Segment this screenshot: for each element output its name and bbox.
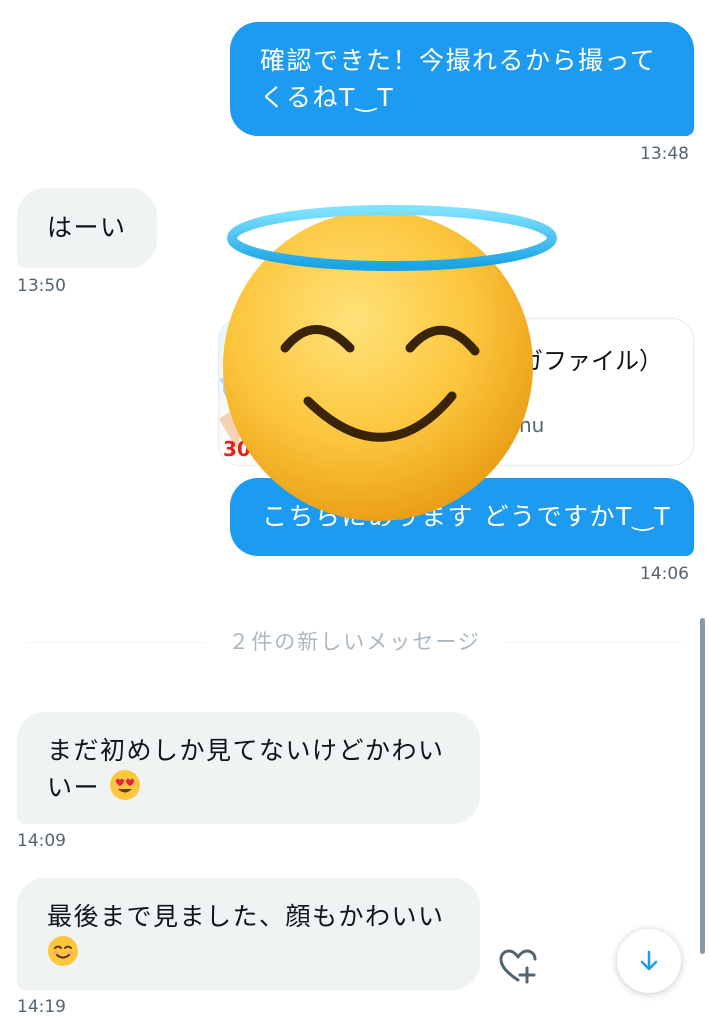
message-timestamp: 14:09 [17,831,66,851]
message-timestamp: 13:50 [17,276,66,296]
message-text-line [47,935,480,972]
message-text: はーい [47,213,127,242]
message-timestamp: 13:48 [640,144,689,164]
message-text: 最後まで見ました、顔もかわいい [47,902,445,931]
smiling-face-with-halo-icon [223,205,557,521]
new-messages-divider: ２件の新しいメッセージ [228,630,481,654]
arrow-down-icon [640,950,658,971]
message-text: 確認できた！今撮れるから撮って [260,46,657,75]
heart-plus-icon[interactable] [498,948,538,984]
heart-eyes-emoji-icon [110,770,141,800]
message-text-line: いー [47,769,480,806]
scroll-to-bottom-button[interactable] [617,929,681,993]
message-text: くるねT‿T [260,83,395,112]
message-text: まだ初めしか見てないけどかわい [47,736,445,765]
message-bubble-incoming[interactable]: まだ初めしか見てないけどかわい いー [17,712,480,824]
message-bubble-outgoing[interactable]: 確認できた！今撮れるから撮って くるねT‿T [230,22,694,136]
message-bubble-incoming[interactable]: 最後まで見ました、顔もかわいい [17,878,480,990]
message-bubble-incoming[interactable]: はーい [17,188,157,268]
scrollbar[interactable] [700,618,705,954]
message-text: いー [47,773,101,802]
smiling-emoji-icon [48,936,78,966]
message-timestamp: 14:19 [17,997,66,1017]
message-timestamp: 14:06 [640,564,689,584]
